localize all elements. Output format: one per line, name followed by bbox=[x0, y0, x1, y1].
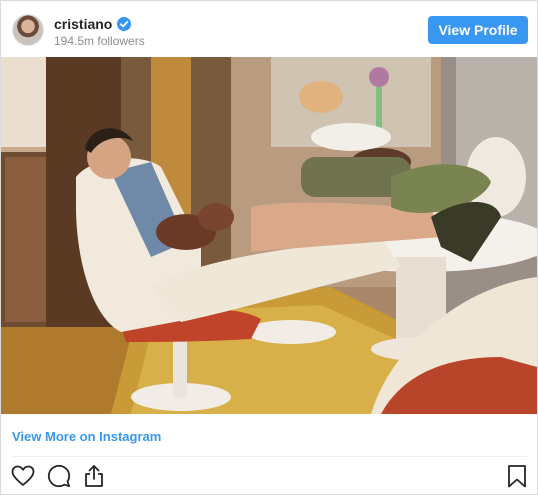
profile-avatar[interactable] bbox=[12, 14, 44, 46]
view-profile-button[interactable]: View Profile bbox=[428, 16, 528, 44]
follower-count: 194.5m followers bbox=[54, 34, 145, 48]
instagram-embed-card: cristiano 194.5m followers View Profile bbox=[0, 0, 538, 495]
heart-icon[interactable] bbox=[10, 463, 36, 489]
verified-badge-icon bbox=[117, 17, 132, 31]
comment-icon[interactable] bbox=[46, 463, 72, 489]
username[interactable]: cristiano bbox=[54, 16, 112, 32]
post-photo[interactable] bbox=[1, 57, 537, 414]
post-header: cristiano 194.5m followers View Profile bbox=[1, 1, 537, 57]
share-icon[interactable] bbox=[81, 463, 107, 489]
action-bar bbox=[1, 463, 537, 493]
username-row: cristiano bbox=[54, 15, 132, 33]
view-more-link[interactable]: View More on Instagram bbox=[12, 429, 161, 444]
footer-divider bbox=[12, 456, 527, 457]
bookmark-icon[interactable] bbox=[504, 463, 530, 489]
